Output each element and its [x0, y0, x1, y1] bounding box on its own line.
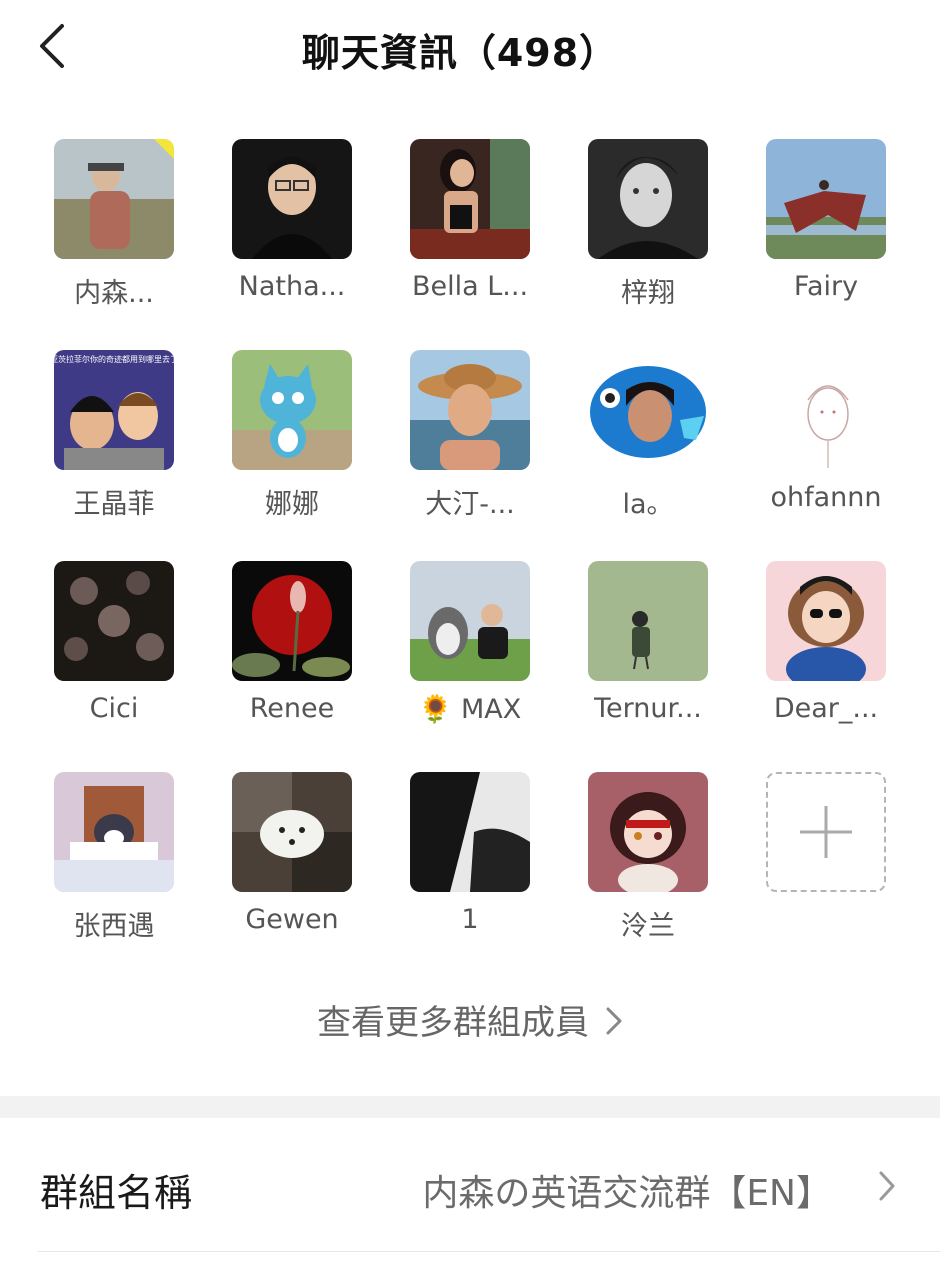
avatar	[588, 772, 708, 892]
member-item[interactable]: Ternur...	[559, 561, 737, 761]
member-item[interactable]: Bella L...	[381, 139, 559, 339]
avatar	[232, 561, 352, 681]
member-name: 梓翔	[621, 278, 675, 309]
avatar	[766, 561, 886, 681]
member-name: ohfannn	[770, 482, 882, 513]
member-item[interactable]: 大汀-...	[381, 350, 559, 550]
section-separator	[0, 1096, 940, 1118]
chevron-right-icon	[605, 1005, 623, 1045]
member-item[interactable]: 梓翔	[559, 139, 737, 339]
member-item[interactable]: Renee	[203, 561, 381, 761]
member-name: la。	[622, 489, 674, 520]
avatar	[588, 350, 708, 470]
member-item[interactable]: Natha...	[203, 139, 381, 339]
avatar	[766, 350, 886, 470]
member-item[interactable]: 亚茨拉菲尔你的奇迹都用到哪里去了 王晶菲	[25, 350, 203, 550]
member-item[interactable]: 娜娜	[203, 350, 381, 550]
group-name-value: 内森の英语交流群【EN】	[422, 1173, 832, 1214]
member-name: 王晶菲	[73, 489, 155, 520]
member-item[interactable]: 内森...	[25, 139, 203, 339]
member-item[interactable]: 🌻 MAX	[381, 561, 559, 761]
avatar	[766, 139, 886, 259]
member-name: Dear_...	[773, 693, 879, 724]
avatar	[232, 139, 352, 259]
member-name: 内森...	[74, 278, 154, 309]
avatar	[410, 561, 530, 681]
member-name: 娜娜	[265, 489, 319, 520]
member-name: 张西遇	[73, 911, 155, 942]
avatar	[410, 350, 530, 470]
member-name: 泠兰	[621, 911, 675, 942]
member-name: 🌻 MAX	[418, 694, 522, 725]
avatar-caption: 亚茨拉菲尔你的奇迹都用到哪里去了	[54, 354, 174, 364]
avatar	[410, 139, 530, 259]
see-more-members-link[interactable]: 查看更多群組成員	[0, 995, 940, 1045]
plus-icon	[800, 806, 852, 858]
header: 聊天資訊（498）	[0, 0, 940, 96]
avatar	[410, 772, 530, 892]
group-name-label: 群組名稱	[40, 1171, 193, 1215]
see-more-label: 查看更多群組成員	[317, 1003, 589, 1043]
member-name: Natha...	[238, 271, 346, 302]
avatar	[232, 772, 352, 892]
chat-info-page: 聊天資訊（498） 内森... Natha... Bella L... 梓翔 F…	[0, 0, 940, 1280]
member-name: Gewen	[245, 904, 339, 935]
member-item[interactable]: ohfannn	[737, 350, 915, 550]
chevron-right-icon	[878, 1170, 896, 1206]
avatar	[54, 139, 174, 259]
member-item[interactable]: Gewen	[203, 772, 381, 972]
member-name: 1	[461, 904, 479, 935]
avatar	[54, 561, 174, 681]
member-name: Cici	[89, 693, 139, 724]
avatar	[588, 561, 708, 681]
member-name: Renee	[249, 693, 335, 724]
member-name: 大汀-...	[425, 489, 515, 520]
member-name: Fairy	[793, 271, 859, 302]
member-item[interactable]: Dear_...	[737, 561, 915, 761]
group-name-row[interactable]: 群組名稱 内森の英语交流群【EN】	[0, 1118, 940, 1252]
member-name: Ternur...	[594, 693, 702, 724]
member-item[interactable]: la。	[559, 350, 737, 550]
avatar	[588, 139, 708, 259]
avatar	[54, 772, 174, 892]
page-title: 聊天資訊（498）	[301, 31, 619, 75]
member-item[interactable]: 1	[381, 772, 559, 972]
add-member-tile[interactable]	[766, 772, 886, 892]
divider	[38, 1251, 940, 1252]
member-item[interactable]: 泠兰	[559, 772, 737, 972]
member-name: Bella L...	[411, 271, 529, 302]
member-item[interactable]: Fairy	[737, 139, 915, 339]
member-item[interactable]: 张西遇	[25, 772, 203, 972]
add-member-button[interactable]	[737, 772, 915, 972]
avatar: 亚茨拉菲尔你的奇迹都用到哪里去了	[54, 350, 174, 470]
avatar	[232, 350, 352, 470]
member-item[interactable]: Cici	[25, 561, 203, 761]
